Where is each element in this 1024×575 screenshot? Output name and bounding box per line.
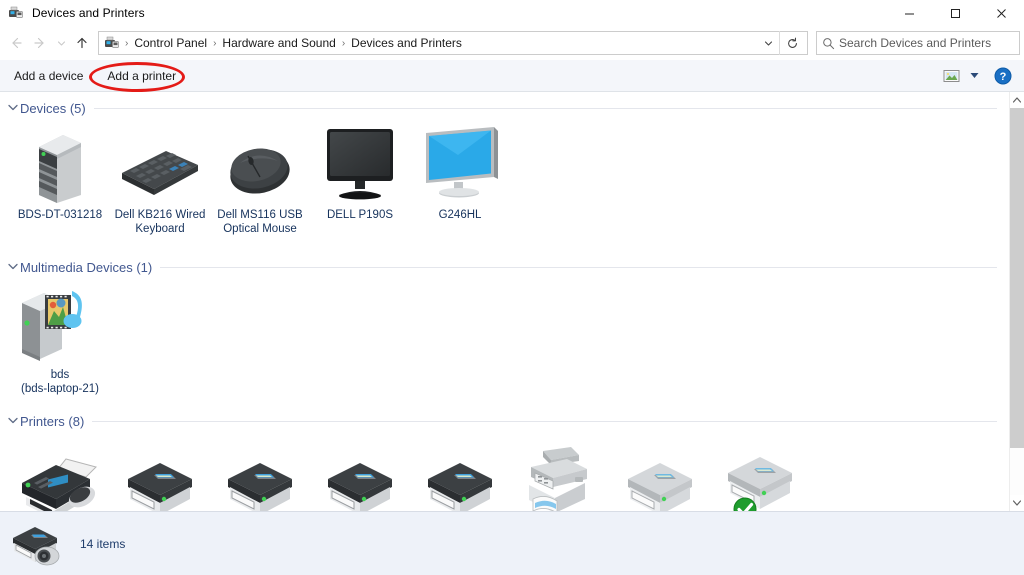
close-button[interactable] — [978, 0, 1024, 26]
device-label: BDS-DT-031218 — [17, 209, 103, 221]
toolbar-right-group: ? — [938, 64, 1024, 88]
device-label: Dell MS116 USB Optical Mouse — [217, 209, 303, 236]
device-tile-dell-kb216[interactable]: Dell KB216 Wired Keyboard — [110, 119, 210, 237]
device-label: Dell KB216 Wired Keyboard — [114, 209, 206, 236]
title-bar: Devices and Printers — [0, 0, 1024, 26]
back-button[interactable] — [4, 31, 28, 55]
printer-tile-1[interactable] — [10, 439, 110, 511]
desktop-tower-icon — [29, 125, 91, 203]
monitor-off-icon — [321, 125, 399, 203]
breadcrumb-devices-and-printers[interactable]: Devices and Printers — [346, 34, 467, 52]
printer-icon — [620, 445, 700, 511]
change-view-button[interactable] — [938, 64, 964, 88]
breadcrumb-bar[interactable]: › Control Panel › Hardware and Sound › D… — [98, 31, 808, 55]
group-title-devices: Devices (5) — [20, 100, 86, 116]
device-tile-dell-p190s[interactable]: DELL P190S — [310, 119, 410, 237]
devices-and-printers-icon — [8, 5, 24, 21]
devices-and-printers-window: Devices and Printers › Control Panel › H… — [0, 0, 1024, 575]
forward-button[interactable] — [28, 31, 52, 55]
media-device-icon — [14, 285, 106, 363]
multimedia-tiles: bds (bds-laptop-21) — [0, 279, 1009, 397]
add-a-device-button[interactable]: Add a device — [4, 64, 93, 88]
group-divider — [92, 421, 997, 422]
printer-tile-5[interactable] — [410, 439, 510, 511]
chevron-down-icon[interactable] — [757, 32, 779, 54]
device-tile-g246hl[interactable]: G246HL — [410, 119, 510, 237]
chevron-down-icon[interactable] — [6, 416, 20, 427]
printer-icon — [320, 445, 400, 511]
mouse-icon — [220, 125, 300, 203]
keyboard-icon — [118, 125, 202, 203]
scrollbar-thumb[interactable] — [1009, 108, 1024, 448]
printer-tile-6[interactable] — [510, 439, 610, 511]
vertical-scrollbar[interactable] — [1009, 92, 1024, 511]
printer-icon — [720, 445, 800, 511]
window-title: Devices and Printers — [32, 6, 145, 20]
printer-icon — [220, 445, 300, 511]
chevron-down-icon[interactable] — [6, 103, 20, 114]
printer-scanner-icon — [8, 520, 68, 568]
add-a-printer-button[interactable]: Add a printer — [97, 64, 186, 88]
devices-tiles: BDS-DT-031218 Dell KB216 Wired Keyboard … — [0, 119, 1009, 237]
scroll-down-button[interactable] — [1010, 495, 1024, 511]
search-input[interactable] — [839, 32, 1019, 54]
recent-locations-button[interactable] — [52, 31, 70, 55]
device-tile-bds-laptop-21[interactable]: bds (bds-laptop-21) — [10, 279, 110, 397]
command-toolbar: Add a device Add a printer ? — [0, 60, 1024, 92]
group-header-devices[interactable]: Devices (5) — [0, 97, 1009, 119]
group-divider — [93, 107, 997, 109]
search-box[interactable] — [816, 31, 1020, 55]
devices-list-area: Devices (5) BDS-DT-031218 Dell KB216 Wir… — [0, 92, 1009, 511]
status-bar: 14 items — [0, 511, 1024, 575]
search-icon — [817, 37, 839, 50]
printer-icon — [420, 445, 500, 511]
up-button[interactable] — [70, 31, 94, 55]
printer-tile-7[interactable] — [610, 439, 710, 511]
maximize-button[interactable] — [932, 0, 978, 26]
scrollbar-track[interactable] — [1009, 108, 1024, 495]
printer-tile-4[interactable] — [310, 439, 410, 511]
printers-tiles — [0, 433, 1009, 511]
group-divider — [160, 267, 997, 269]
printer-tile-8-default[interactable] — [710, 439, 810, 511]
device-label: G246HL — [438, 209, 482, 221]
device-label: DELL P190S — [326, 209, 394, 221]
printer-tile-2[interactable] — [110, 439, 210, 511]
group-header-printers[interactable]: Printers (8) — [0, 411, 1009, 433]
view-options-caret-icon[interactable] — [964, 64, 984, 88]
group-header-multimedia-devices[interactable]: Multimedia Devices (1) — [0, 257, 1009, 279]
refresh-button[interactable] — [779, 31, 805, 55]
group-title-multimedia-devices: Multimedia Devices (1) — [20, 260, 153, 276]
chevron-down-icon[interactable] — [6, 262, 20, 273]
svg-text:?: ? — [1000, 71, 1007, 83]
breadcrumb-control-panel[interactable]: Control Panel — [129, 34, 212, 52]
multifunction-printer-icon — [513, 445, 607, 511]
item-count-label: 14 items — [80, 536, 126, 551]
device-tile-bds-dt-031218[interactable]: BDS-DT-031218 — [10, 119, 110, 237]
fax-printer-icon — [10, 445, 110, 511]
scroll-up-button[interactable] — [1010, 92, 1024, 108]
device-label: bds (bds-laptop-21) — [21, 368, 99, 396]
breadcrumb-hardware-and-sound[interactable]: Hardware and Sound — [217, 34, 340, 52]
devices-and-printers-icon — [104, 35, 120, 51]
address-bar: › Control Panel › Hardware and Sound › D… — [0, 26, 1024, 60]
device-tile-dell-ms116[interactable]: Dell MS116 USB Optical Mouse — [210, 119, 310, 237]
printer-icon — [120, 445, 200, 511]
help-button[interactable]: ? — [990, 64, 1016, 88]
printer-tile-3[interactable] — [210, 439, 310, 511]
group-title-printers: Printers (8) — [20, 414, 85, 429]
monitor-on-icon — [418, 125, 502, 203]
minimize-button[interactable] — [886, 0, 932, 26]
window-controls — [886, 0, 1024, 26]
